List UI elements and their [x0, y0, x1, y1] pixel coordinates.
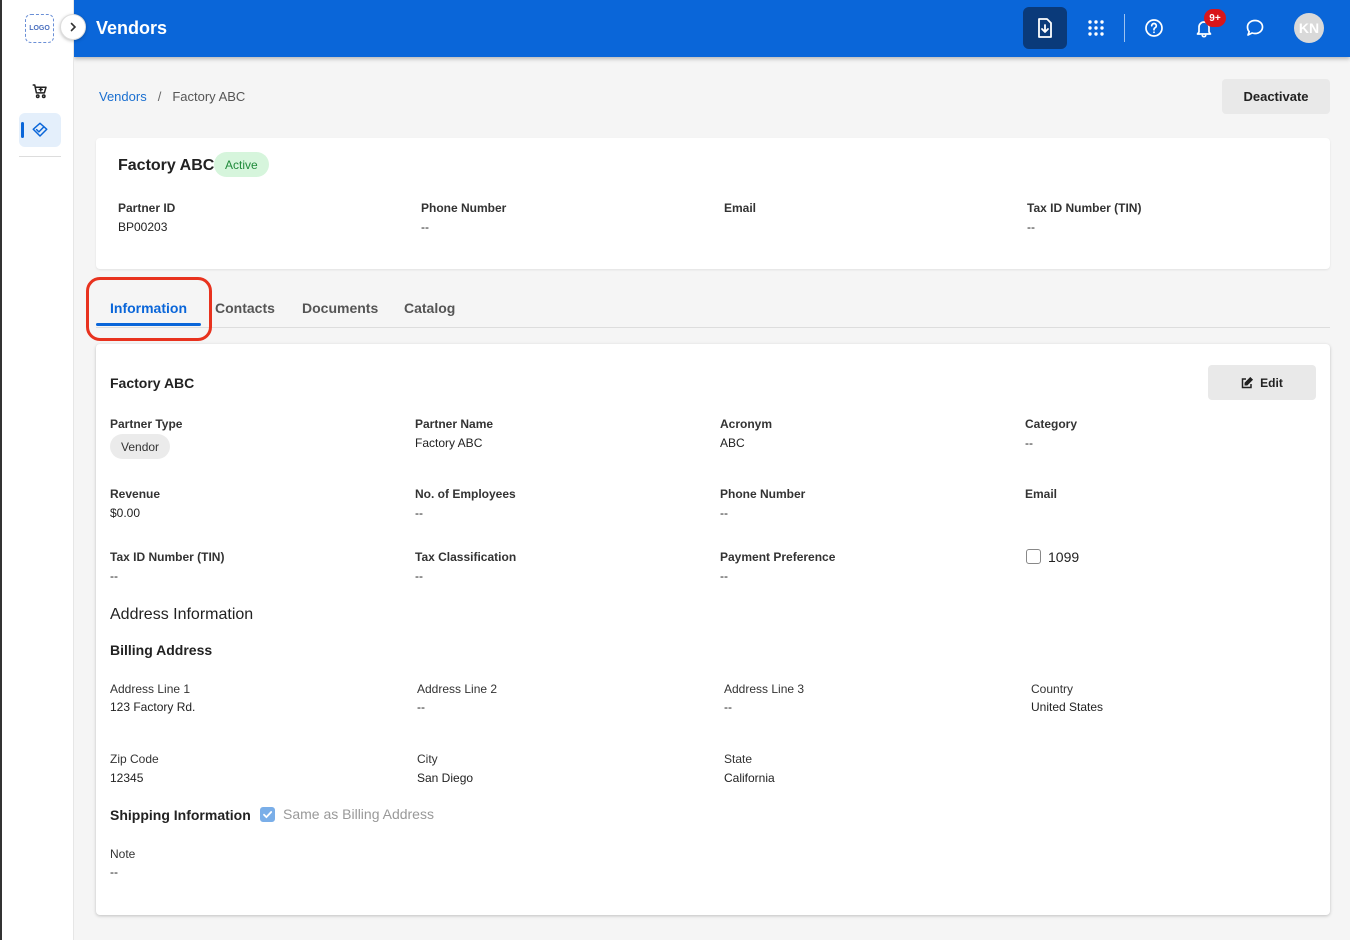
address-line2-value: -- [417, 700, 425, 714]
form-1099-checkbox[interactable] [1026, 549, 1041, 564]
address-line3-label: Address Line 3 [724, 682, 805, 696]
edit-button-label: Edit [1260, 375, 1283, 390]
logo: LOGO [25, 14, 54, 43]
country-label: Country [1031, 682, 1074, 696]
breadcrumb-vendors-link[interactable]: Vendors [99, 89, 147, 104]
chevron-right-icon [70, 22, 77, 32]
vendor-name: Factory ABC [118, 157, 215, 174]
side-rail: LOGO [0, 0, 74, 940]
breadcrumb: Vendors / Factory ABC [99, 89, 245, 104]
export-button[interactable] [1023, 7, 1067, 49]
payment-preference-label: Payment Preference [720, 550, 836, 564]
active-tab-underline [96, 323, 201, 326]
vendor-summary-card: Factory ABC Active Partner ID BP00203 Ph… [96, 138, 1330, 269]
state-value: California [724, 771, 775, 785]
toolbar-divider [1124, 14, 1125, 42]
acronym-label: Acronym [720, 417, 773, 431]
employees-label: No. of Employees [415, 487, 516, 501]
category-value: -- [1025, 436, 1033, 450]
edit-icon [1241, 376, 1254, 388]
address-line1-label: Address Line 1 [110, 682, 191, 696]
partner-name-value: Factory ABC [415, 436, 483, 450]
breadcrumb-separator: / [157, 89, 162, 104]
tab-information[interactable]: Information [110, 300, 187, 316]
tab-catalog[interactable]: Catalog [404, 300, 455, 316]
address-line1-value: 123 Factory Rd. [110, 700, 196, 714]
help-icon [1145, 19, 1163, 37]
top-bar: Vendors 9+ KN [74, 0, 1350, 57]
acronym-value: ABC [720, 436, 745, 450]
address-section-title: Address Information [110, 606, 254, 623]
page-title: Vendors [96, 18, 168, 38]
apps-grid-icon [1088, 20, 1104, 36]
sidebar-item-vendors[interactable] [19, 113, 61, 147]
info-tin-value: -- [110, 569, 118, 583]
address-line2-label: Address Line 2 [417, 682, 498, 696]
tax-classification-label: Tax Classification [415, 550, 517, 564]
tin-label: Tax ID Number (TIN) [1027, 201, 1142, 215]
partner-name-label: Partner Name [415, 417, 494, 431]
country-value: United States [1031, 700, 1104, 714]
email-label: Email [724, 201, 757, 215]
phone-value: -- [421, 220, 429, 234]
file-download-icon [1038, 18, 1052, 38]
phone-label: Phone Number [421, 201, 507, 215]
edit-button[interactable]: Edit [1208, 365, 1316, 400]
state-label: State [724, 752, 753, 766]
avatar[interactable]: KN [1294, 13, 1324, 43]
zip-value: 12345 [110, 771, 144, 785]
info-card-title: Factory ABC [110, 375, 195, 391]
chat-icon [1246, 19, 1264, 36]
checkmark-icon [263, 811, 273, 819]
sidebar-item-orders[interactable] [19, 74, 61, 108]
notification-badge: 9+ [1204, 9, 1226, 27]
tab-baseline [96, 327, 1330, 328]
information-card: Factory ABC Edit Partner Type Vendor Par… [96, 344, 1330, 915]
revenue-value: $0.00 [110, 506, 141, 520]
info-phone-value: -- [720, 506, 728, 520]
billing-address-title: Billing Address [110, 642, 213, 658]
zip-label: Zip Code [110, 752, 159, 766]
tab-contacts[interactable]: Contacts [215, 300, 275, 316]
form-1099-label: 1099 [1048, 549, 1080, 565]
breadcrumb-current: Factory ABC [172, 89, 246, 104]
note-label: Note [110, 847, 136, 861]
cart-icon [32, 84, 47, 99]
partner-id-value: BP00203 [118, 220, 168, 234]
apps-button[interactable] [1076, 8, 1116, 48]
revenue-label: Revenue [110, 487, 161, 501]
handshake-icon [32, 122, 48, 137]
info-tin-label: Tax ID Number (TIN) [110, 550, 225, 564]
category-label: Category [1025, 417, 1078, 431]
status-badge: Active [214, 152, 269, 177]
partner-type-label: Partner Type [110, 417, 183, 431]
rail-divider [19, 156, 61, 157]
logo-text: LOGO [29, 25, 50, 32]
payment-preference-value: -- [720, 569, 728, 583]
partner-type-chip: Vendor [110, 434, 171, 459]
address-line3-value: -- [724, 700, 732, 714]
tin-value: -- [1027, 220, 1035, 234]
partner-id-label: Partner ID [118, 201, 176, 215]
shipping-information-title: Shipping Information [110, 807, 251, 823]
city-label: City [417, 752, 438, 766]
deactivate-button[interactable]: Deactivate [1222, 79, 1330, 114]
info-phone-label: Phone Number [720, 487, 806, 501]
chat-button[interactable] [1235, 8, 1275, 48]
tax-classification-value: -- [415, 569, 423, 583]
note-value: -- [110, 865, 118, 879]
tab-documents[interactable]: Documents [302, 300, 378, 316]
help-button[interactable] [1134, 8, 1174, 48]
employees-value: -- [415, 506, 423, 520]
same-as-billing-checkbox[interactable] [260, 807, 275, 822]
same-as-billing-label: Same as Billing Address [283, 806, 434, 822]
active-indicator [21, 122, 24, 138]
expand-sidebar-button[interactable] [60, 14, 86, 40]
info-email-label: Email [1025, 487, 1058, 501]
city-value: San Diego [417, 771, 474, 785]
